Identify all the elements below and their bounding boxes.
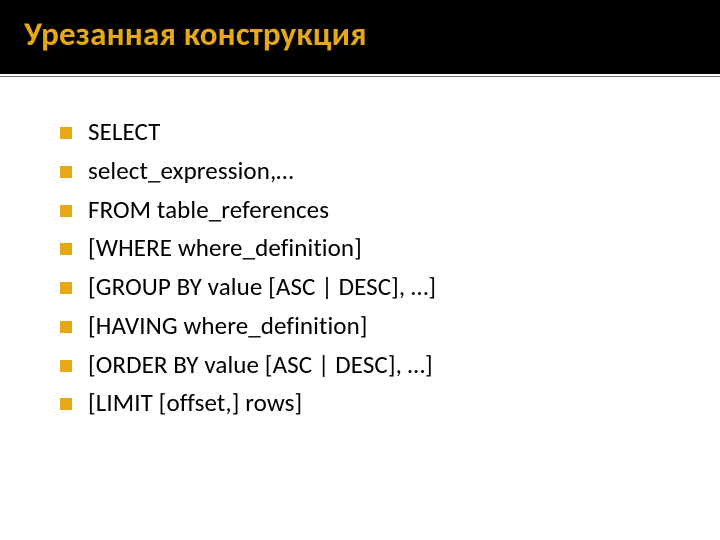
- slide-title: Урезанная конструкция: [24, 14, 696, 54]
- list-item: [WHERE where_definition]: [60, 229, 680, 268]
- list-item: FROM table_references: [60, 191, 680, 230]
- list-item: [GROUP BY value [ASC | DESC], …]: [60, 268, 680, 307]
- title-bar: Урезанная конструкция: [0, 0, 720, 74]
- list-item: select_expression,…: [60, 152, 680, 191]
- slide: Урезанная конструкция SELECT select_expr…: [0, 0, 720, 540]
- list-item: [HAVING where_definition]: [60, 307, 680, 346]
- bullet-list: SELECT select_expression,… FROM table_re…: [60, 113, 680, 423]
- content-area: SELECT select_expression,… FROM table_re…: [0, 77, 720, 423]
- list-item: [ORDER BY value [ASC | DESC], …]: [60, 346, 680, 385]
- list-item: [LIMIT [offset,] rows]: [60, 384, 680, 423]
- list-item: SELECT: [60, 113, 680, 152]
